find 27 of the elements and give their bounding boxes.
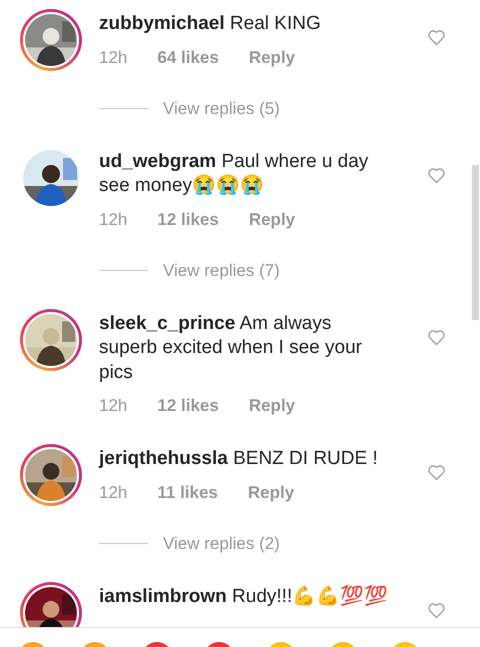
likes-link[interactable]: 64 likes bbox=[157, 44, 219, 70]
comment-text: jeriqthehussla BENZ DI RUDE ! bbox=[99, 447, 379, 471]
likes-link[interactable]: 12 likes bbox=[157, 206, 219, 232]
reply-link[interactable]: Reply bbox=[248, 206, 296, 232]
scrollbar[interactable] bbox=[472, 165, 479, 320]
reply-link[interactable]: Reply bbox=[248, 480, 294, 506]
view-replies-link[interactable]: View replies (5) bbox=[163, 96, 280, 122]
comment-time: 12h bbox=[99, 46, 128, 68]
heart-icon[interactable] bbox=[427, 602, 446, 618]
likes-link[interactable]: 12 likes bbox=[157, 393, 219, 419]
view-replies-link[interactable]: View replies (7) bbox=[163, 258, 280, 284]
reply-link[interactable]: Reply bbox=[248, 393, 296, 419]
comment-time: 12h bbox=[99, 482, 128, 504]
heart-icon[interactable] bbox=[427, 328, 446, 346]
heart-icon[interactable] bbox=[427, 166, 446, 184]
avatar[interactable] bbox=[20, 582, 82, 627]
comment-time: 12h bbox=[99, 208, 128, 230]
comment-text: ud_webgram Paul where u day see money😭😭😭 bbox=[99, 150, 370, 198]
comment-text: iamslimbrown Rudy!!!💪💪💯💯 bbox=[99, 584, 390, 608]
comment-text: zubbymichael Real KING bbox=[99, 12, 322, 36]
likes-link[interactable]: 11 likes bbox=[157, 480, 218, 506]
reply-link[interactable]: Reply bbox=[248, 44, 296, 70]
comment-time: 12h bbox=[99, 395, 128, 417]
comment-text: sleek_c_prince Am always superb excited when I see your pics bbox=[99, 312, 363, 384]
view-replies-link[interactable]: View replies (2) bbox=[163, 530, 280, 556]
heart-icon[interactable] bbox=[427, 464, 446, 481]
heart-icon[interactable] bbox=[427, 29, 446, 46]
